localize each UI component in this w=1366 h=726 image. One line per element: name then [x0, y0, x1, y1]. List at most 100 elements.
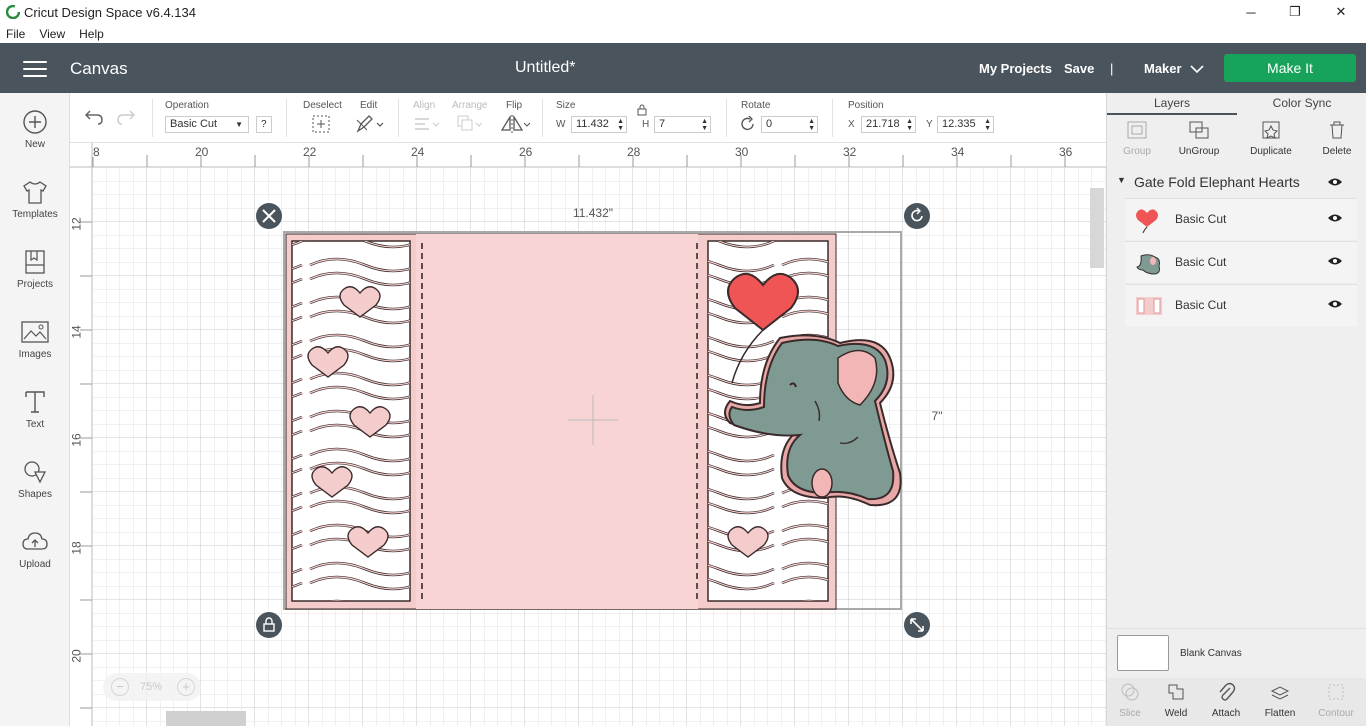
menu-help[interactable]: Help [79, 27, 104, 41]
visibility-eye-icon[interactable] [1327, 299, 1343, 309]
height-input[interactable]: 7 ▲ ▼ [654, 116, 711, 133]
close-window-button[interactable]: ✕ [1318, 0, 1364, 24]
redo-icon[interactable] [116, 107, 136, 125]
spinner-icon[interactable]: ▲ ▼ [906, 118, 913, 132]
x-position-input[interactable]: 21.718 ▲ ▼ [861, 116, 916, 133]
x-position-value: 21.718 [866, 118, 900, 130]
flatten-label: Flatten [1264, 708, 1296, 719]
my-projects-link[interactable]: My Projects [979, 61, 1052, 76]
flip-icon[interactable] [500, 114, 530, 134]
operation-select[interactable]: Basic Cut ▼ [165, 116, 249, 133]
ruler-left-label: 18 [70, 541, 84, 555]
header-divider: | [1110, 61, 1114, 76]
cricut-logo-icon [6, 5, 20, 19]
undo-icon[interactable] [84, 107, 104, 125]
ruler-left-label: 14 [70, 325, 84, 339]
sidebar-label-new: New [24, 139, 45, 150]
delete-button[interactable]: Delete [1307, 120, 1366, 157]
edit-label: Edit [360, 100, 378, 111]
layer-row[interactable]: Basic Cut [1125, 284, 1357, 326]
sidebar-item-text[interactable]: Text [0, 389, 70, 430]
restore-button[interactable]: ❐ [1272, 0, 1318, 24]
tab-layers[interactable]: Layers [1107, 93, 1237, 115]
collapse-arrow-icon[interactable]: ▼ [1117, 175, 1126, 185]
duplicate-label: Duplicate [1250, 146, 1292, 157]
edit-icon[interactable] [355, 114, 385, 134]
edit-toolbar: Operation Basic Cut ▼ ? Deselect Edit Al… [70, 93, 1106, 143]
save-link[interactable]: Save [1064, 61, 1094, 76]
zoom-control: − 75% + [103, 673, 201, 701]
document-title[interactable]: Untitled* [515, 59, 575, 77]
width-input[interactable]: 11.432 ▲ ▼ [571, 116, 627, 133]
projects-icon [25, 250, 45, 274]
spinner-icon[interactable]: ▲ ▼ [984, 118, 991, 132]
blank-canvas-swatch[interactable] [1117, 635, 1169, 671]
zoom-in-button[interactable]: + [177, 678, 195, 696]
menu-file[interactable]: File [6, 27, 25, 41]
duplicate-button[interactable]: Duplicate [1241, 120, 1301, 157]
spinner-icon[interactable]: ▲ ▼ [701, 118, 708, 132]
y-position-input[interactable]: 12.335 ▲ ▼ [937, 116, 994, 133]
ruler-top-label: 26 [519, 145, 533, 159]
operation-help-button[interactable]: ? [256, 116, 272, 133]
elephant-thumb-icon [1136, 254, 1160, 275]
visibility-eye-icon[interactable] [1327, 256, 1343, 266]
shapes-icon [24, 461, 47, 484]
weld-button[interactable]: Weld [1153, 682, 1199, 719]
canvas-grid[interactable]: 11.432" 7" [70, 143, 1106, 726]
deselect-icon[interactable] [311, 114, 331, 134]
sidebar-item-new[interactable]: New [0, 109, 70, 150]
lock-ratio-icon[interactable] [637, 104, 647, 116]
y-position-value: 12.335 [942, 118, 976, 130]
height-dimension-label: 7" [932, 409, 943, 423]
visibility-eye-icon[interactable] [1327, 177, 1343, 187]
tab-color-sync[interactable]: Color Sync [1237, 93, 1366, 115]
panel-tabs: Layers Color Sync [1107, 93, 1366, 115]
machine-select[interactable]: Maker [1144, 61, 1182, 76]
resize-handle[interactable] [904, 612, 930, 638]
spinner-icon[interactable]: ▲ ▼ [808, 118, 815, 132]
delete-label: Delete [1322, 146, 1352, 157]
flip-label: Flip [506, 100, 523, 111]
sidebar-item-projects[interactable]: Projects [0, 249, 70, 290]
sidebar-item-upload[interactable]: Upload [0, 529, 70, 570]
left-sidebar: New Templates Projects Images Text Shape… [0, 93, 70, 726]
make-it-button[interactable]: Make It [1224, 54, 1356, 82]
minimize-button[interactable]: ─ [1228, 0, 1274, 24]
y-label: Y [926, 119, 933, 130]
position-label: Position [848, 100, 884, 111]
height-label: H [642, 119, 650, 130]
delete-handle[interactable] [256, 203, 282, 229]
sidebar-item-shapes[interactable]: Shapes [0, 459, 70, 500]
menu-view[interactable]: View [39, 27, 65, 41]
trash-icon [1330, 121, 1344, 139]
chevron-down-icon[interactable] [1190, 65, 1204, 74]
layer-name: Basic Cut [1175, 212, 1227, 226]
attach-button[interactable]: Attach [1201, 682, 1251, 719]
rotate-handle[interactable] [904, 203, 930, 229]
hamburger-menu-icon[interactable] [23, 61, 47, 77]
window-titlebar: Cricut Design Space v6.4.134 ─ ❐ ✕ [0, 0, 1366, 24]
visibility-eye-icon[interactable] [1327, 213, 1343, 223]
operation-label: Operation [165, 100, 209, 111]
design-canvas[interactable]: 11.432" 7" 8 20 22 24 26 28 30 32 34 36 … [70, 143, 1106, 726]
section-title: Canvas [70, 59, 128, 78]
sidebar-item-images[interactable]: Images [0, 319, 70, 360]
rotate-input[interactable]: 0 ▲ ▼ [761, 116, 818, 133]
flatten-button[interactable]: Flatten [1255, 682, 1305, 719]
layer-group-row[interactable]: ▼ Gate Fold Elephant Hearts [1107, 168, 1357, 198]
layer-row[interactable]: Basic Cut [1125, 241, 1357, 283]
x-label: X [848, 119, 855, 130]
ruler-top-label: 22 [303, 145, 317, 159]
lock-handle[interactable] [256, 612, 282, 638]
layer-row[interactable]: Basic Cut [1125, 198, 1357, 240]
blank-canvas-row[interactable]: Blank Canvas [1107, 628, 1366, 678]
ungroup-button[interactable]: UnGroup [1169, 120, 1229, 157]
rotate-label: Rotate [741, 100, 771, 111]
spinner-icon[interactable]: ▲ ▼ [617, 118, 624, 132]
ruler-top-label: 34 [951, 145, 965, 159]
ruler-top-label: 36 [1059, 145, 1073, 159]
group-button: Group [1107, 120, 1167, 157]
zoom-out-button[interactable]: − [111, 678, 129, 696]
sidebar-item-templates[interactable]: Templates [0, 179, 70, 220]
